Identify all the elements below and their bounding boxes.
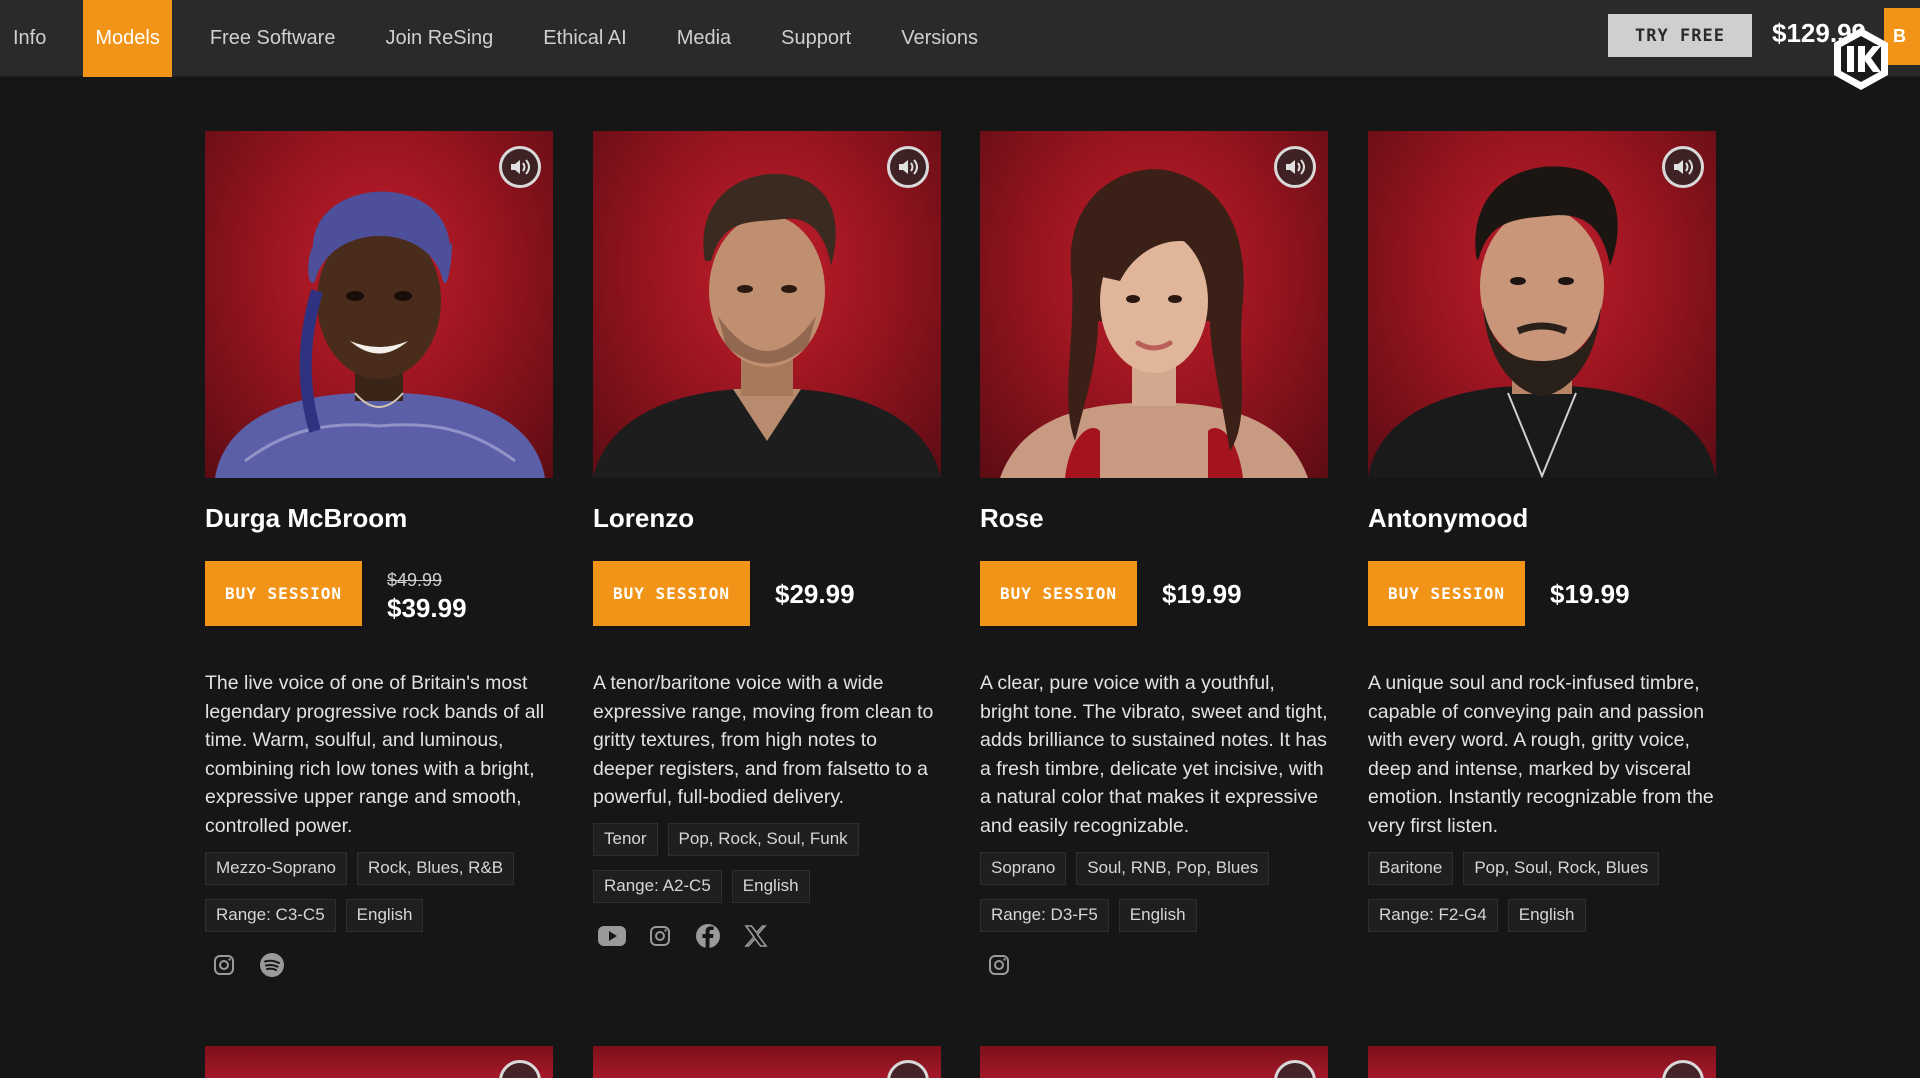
model-card-photo-partial[interactable] — [980, 1046, 1328, 1078]
voice-type-tag: Baritone — [1368, 851, 1454, 885]
range-tag: Range: A2-C5 — [593, 869, 722, 903]
model-name: Rose — [980, 503, 1044, 533]
model-photo[interactable] — [205, 131, 553, 478]
nav-item-join-resing[interactable]: Join ReSing — [373, 0, 505, 77]
audio-preview-button[interactable] — [1274, 146, 1316, 188]
tag-list: Soprano Soul, RNB, Pop, Blues Range: D3-… — [980, 851, 1328, 946]
model-photo[interactable] — [980, 131, 1328, 478]
buy-session-button[interactable]: BUY SESSION — [980, 561, 1137, 626]
tag-list: Mezzo-Soprano Rock, Blues, R&B Range: C3… — [205, 851, 553, 946]
model-card: Antonymood BUY SESSION $19.99 A unique s… — [1368, 131, 1716, 946]
purchase-row: BUY SESSION $19.99 — [1368, 561, 1716, 626]
model-description: A clear, pure voice with a youthful, bri… — [980, 672, 1328, 837]
facebook-icon[interactable] — [693, 921, 723, 951]
instagram-icon[interactable] — [209, 950, 239, 980]
nav-item-ethical-ai[interactable]: Ethical AI — [531, 0, 638, 77]
portrait-durga — [215, 191, 545, 478]
spotify-icon[interactable] — [257, 950, 287, 980]
model-name: Antonymood — [1368, 503, 1529, 533]
purchase-row: BUY SESSION $49.99 $39.99 — [205, 561, 553, 626]
language-tag: English — [1507, 898, 1586, 932]
language-tag: English — [1118, 898, 1197, 932]
social-links — [205, 950, 553, 980]
model-card: Durga McBroom BUY SESSION $49.99 $39.99 … — [205, 131, 553, 980]
top-nav: Info Models Free Software Join ReSing Et… — [0, 0, 1920, 90]
x-icon[interactable] — [741, 921, 771, 951]
speaker-icon — [1286, 159, 1305, 175]
nav-item-media[interactable]: Media — [665, 0, 743, 77]
nav-links: Info Models Free Software Join ReSing Et… — [0, 0, 1016, 77]
range-tag: Range: F2-G4 — [1368, 898, 1498, 932]
audio-preview-button[interactable] — [887, 146, 929, 188]
model-photo[interactable] — [593, 131, 941, 478]
nav-item-versions[interactable]: Versions — [889, 0, 990, 77]
language-tag: English — [731, 869, 810, 903]
genre-tag: Soul, RNB, Pop, Blues — [1076, 851, 1270, 885]
nav-item-support[interactable]: Support — [769, 0, 863, 77]
buy-session-button[interactable]: BUY SESSION — [205, 561, 362, 626]
session-price: $19.99 — [1550, 579, 1630, 609]
session-price: $39.99 — [387, 593, 467, 623]
tag-list: Baritone Pop, Soul, Rock, Blues Range: F… — [1368, 851, 1716, 946]
model-name: Durga McBroom — [205, 503, 408, 533]
model-photo[interactable] — [1368, 131, 1716, 478]
model-card: Lorenzo BUY SESSION $29.99 A tenor/barit… — [593, 131, 941, 951]
range-tag: Range: D3-F5 — [980, 898, 1109, 932]
social-links — [980, 950, 1328, 980]
model-card-photo-partial[interactable] — [1368, 1046, 1716, 1078]
language-tag: English — [345, 898, 424, 932]
social-links — [593, 921, 941, 951]
model-description: A unique soul and rock-infused timbre, c… — [1368, 672, 1714, 837]
voice-type-tag: Mezzo-Soprano — [205, 851, 348, 885]
audio-preview-button[interactable] — [499, 146, 541, 188]
instagram-icon[interactable] — [645, 921, 675, 951]
genre-tag: Pop, Soul, Rock, Blues — [1463, 851, 1660, 885]
youtube-icon[interactable] — [597, 921, 627, 951]
range-tag: Range: C3-C5 — [205, 898, 336, 932]
portrait-antonymood — [1368, 166, 1716, 478]
instagram-icon[interactable] — [984, 950, 1014, 980]
nav-item-models[interactable]: Models — [83, 0, 172, 77]
model-card-photo-partial[interactable] — [205, 1046, 553, 1078]
portrait-lorenzo — [593, 173, 941, 478]
session-price: $29.99 — [775, 579, 855, 609]
buy-session-button[interactable]: BUY SESSION — [593, 561, 750, 626]
brand-logo-icon — [1830, 26, 1892, 92]
model-name: Lorenzo — [593, 503, 695, 533]
voice-type-tag: Soprano — [980, 851, 1067, 885]
voice-type-tag: Tenor — [593, 822, 658, 856]
speaker-icon — [511, 159, 530, 175]
model-description: The live voice of one of Britain's most … — [205, 672, 545, 837]
speaker-icon — [899, 159, 918, 175]
nav-item-info[interactable]: Info — [0, 0, 58, 77]
purchase-row: BUY SESSION $29.99 — [593, 561, 941, 626]
nav-item-free-software[interactable]: Free Software — [198, 0, 348, 77]
session-price: $19.99 — [1162, 579, 1242, 609]
speaker-icon — [1674, 159, 1693, 175]
genre-tag: Rock, Blues, R&B — [357, 851, 515, 885]
model-card: Rose BUY SESSION $19.99 A clear, pure vo… — [980, 131, 1328, 980]
model-card-photo-partial[interactable] — [593, 1046, 941, 1078]
buy-session-button[interactable]: BUY SESSION — [1368, 561, 1525, 626]
original-price: $49.99 — [387, 570, 443, 590]
genre-tag: Pop, Rock, Soul, Funk — [667, 822, 859, 856]
tag-list: Tenor Pop, Rock, Soul, Funk Range: A2-C5… — [593, 822, 941, 917]
portrait-rose — [1000, 169, 1308, 478]
try-free-button[interactable]: TRY FREE — [1608, 14, 1752, 57]
model-description: A tenor/baritone voice with a wide expre… — [593, 672, 934, 809]
audio-preview-button[interactable] — [1662, 146, 1704, 188]
purchase-row: BUY SESSION $19.99 — [980, 561, 1328, 626]
